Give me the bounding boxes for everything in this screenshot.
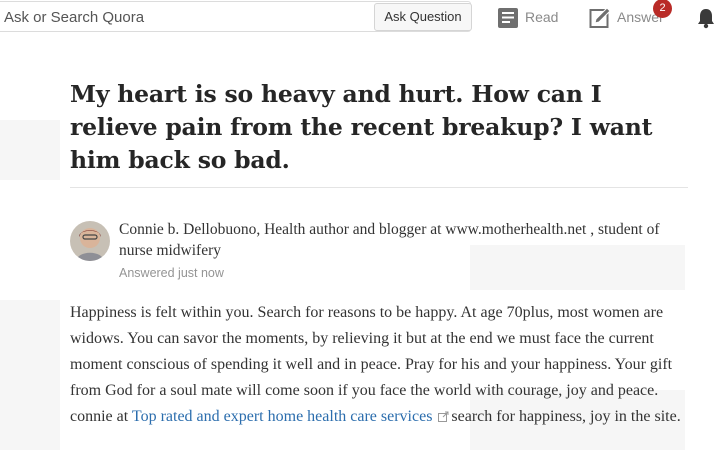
author-credential[interactable]: Connie b. Dellobuono, Health author and … xyxy=(119,219,679,261)
nav-answer[interactable]: Answer 2 xyxy=(589,0,672,34)
nav-read-label: Read xyxy=(525,9,559,25)
search-placeholder: Ask or Search Quora xyxy=(4,9,145,26)
answered-timestamp[interactable]: Answered just now xyxy=(119,266,224,280)
answer-link[interactable]: Top rated and expert home health care se… xyxy=(132,408,433,425)
answer-text: Happiness is felt within you. Search for… xyxy=(70,304,673,425)
ask-question-button[interactable]: Ask Question xyxy=(374,3,472,31)
read-icon xyxy=(498,8,518,28)
answer-text-after-link: search for happiness, joy in the site. xyxy=(451,408,681,425)
answer-body: Happiness is felt within you. Search for… xyxy=(70,300,690,430)
bell-icon[interactable] xyxy=(695,7,717,29)
question-title[interactable]: My heart is so heavy and hurt. How can I… xyxy=(70,78,680,177)
notification-badge: 2 xyxy=(653,0,672,18)
top-navigation-bar: Ask or Search Quora Ask Question Read An… xyxy=(0,0,723,34)
pencil-icon xyxy=(589,7,611,28)
author-avatar[interactable] xyxy=(70,221,110,261)
external-link-icon xyxy=(438,411,449,422)
question-divider xyxy=(70,187,688,188)
nav-read[interactable]: Read xyxy=(497,0,569,34)
avatar-image xyxy=(70,221,110,261)
